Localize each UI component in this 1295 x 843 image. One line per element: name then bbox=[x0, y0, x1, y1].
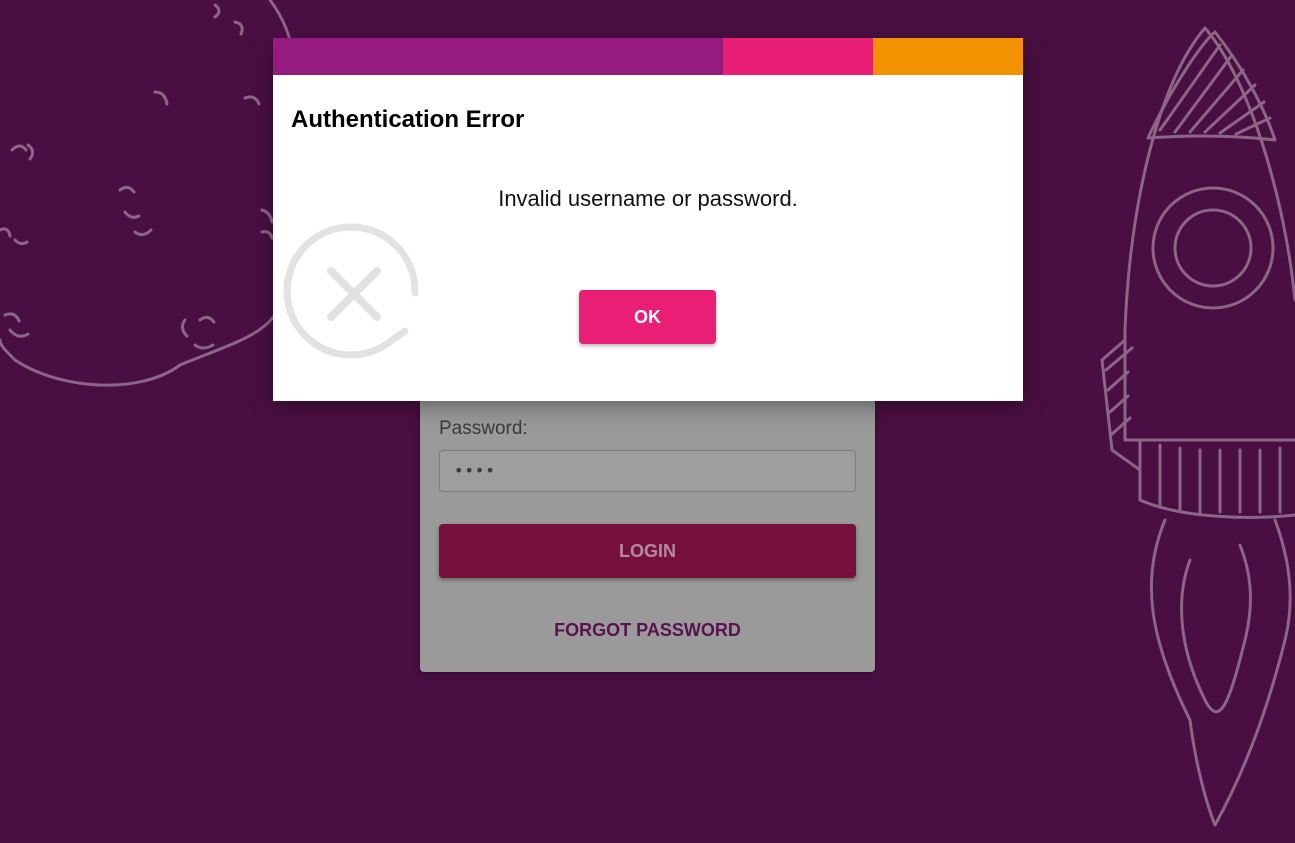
password-label: Password: bbox=[439, 418, 528, 439]
password-input[interactable]: •••• bbox=[439, 450, 856, 492]
color-bar-pink bbox=[723, 38, 873, 75]
dialog-title: Authentication Error bbox=[291, 106, 525, 133]
authentication-error-dialog: Authentication Error Invalid username or… bbox=[273, 38, 1023, 401]
color-bar-orange bbox=[873, 38, 1023, 75]
login-button[interactable]: LOGIN bbox=[439, 524, 856, 578]
color-bar-purple bbox=[273, 38, 723, 75]
error-x-icon bbox=[283, 223, 419, 359]
rocket-doodle-icon bbox=[1100, 26, 1295, 827]
ok-button[interactable]: OK bbox=[579, 290, 716, 344]
moon-doodle-icon bbox=[0, 0, 297, 387]
login-card: Password: •••• LOGIN FORGOT PASSWORD bbox=[420, 380, 875, 672]
forgot-password-link[interactable]: FORGOT PASSWORD bbox=[420, 620, 875, 641]
dialog-message: Invalid username or password. bbox=[498, 186, 798, 211]
dialog-color-bar bbox=[273, 38, 1023, 75]
